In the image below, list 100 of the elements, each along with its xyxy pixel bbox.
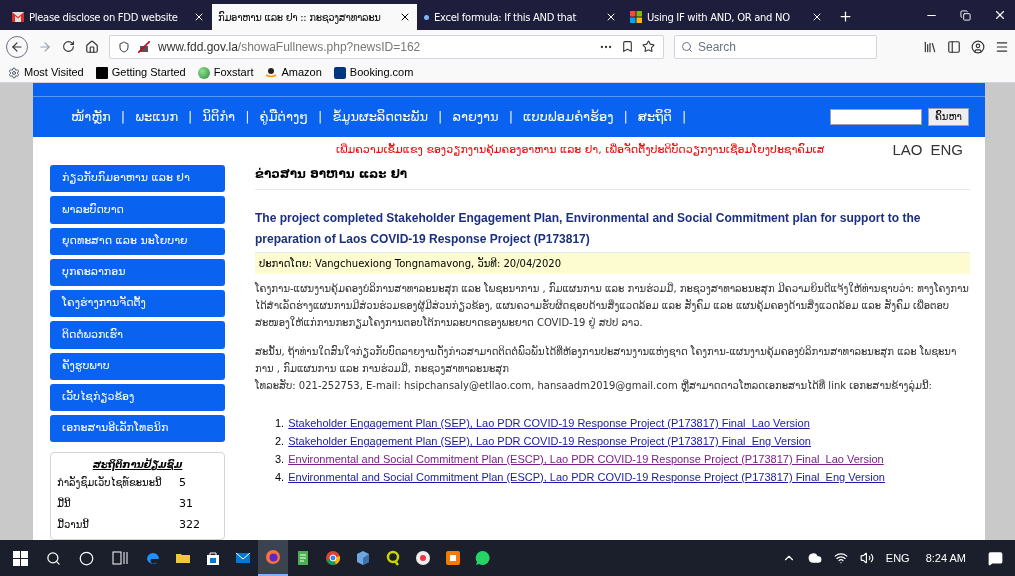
chat-bubble-icon[interactable] <box>475 550 491 566</box>
language-link[interactable]: ENG <box>930 138 963 162</box>
sidebar-item[interactable]: ພາລະບົດບາດ <box>50 196 225 224</box>
bookmark-link[interactable]: Foxstart <box>197 64 254 81</box>
document-link[interactable]: Stakeholder Engagement Plan (SEP), Lao PDR COVID-19 Response Project (P173817) Final_Eng Version <box>288 432 811 450</box>
close-icon[interactable] <box>811 11 823 23</box>
search-icon <box>681 40 693 53</box>
disc-icon[interactable] <box>415 550 431 566</box>
list-number: 4. <box>275 470 285 485</box>
wifi-icon[interactable] <box>833 551 848 565</box>
statistics-title: ສະຖິຕິການຢ້ຽມຊົມ <box>91 457 184 473</box>
windows-logo-icon <box>630 11 642 23</box>
nav-separator: | <box>438 108 443 127</box>
edge-icon[interactable] <box>145 550 161 566</box>
nav-link[interactable]: ໜ້າຫຼັກ <box>61 107 121 127</box>
nav-link[interactable]: ພະແນກ <box>125 107 189 127</box>
section-heading: ຂ່າວສານ ອາຫານ ແລະ ຢາ <box>255 163 970 190</box>
shopping-bag-icon[interactable] <box>205 550 221 566</box>
nav-link[interactable]: ແບບຟອມຄຳຮ້ອງ <box>513 107 624 127</box>
sidebar-item[interactable]: ຄັງຮູບພາບ <box>50 352 225 380</box>
star-icon[interactable] <box>642 40 655 53</box>
article-paragraph: ສະນັ້ນ, ຖ້າທ່ານໃດສົນໃຈກ່ຽວກັບບົດລາຍງານດັ່ງກ່າວສາມາດຕິດຕໍ່ພົວພັນໄດ້ທີ່ຫ້ອງການປະສານງານແຫ່ງຊາດ ໂຄງການ-ແຜນງານຄຸ້ມຄອງບໍລິການສາທາລະນະສຸກ ແລະ ໂພຊະນາການ , ກົມແຜນການ ແລະ ການຮ່ວມມື, ກະຊວງສາທາລະນະສຸກ <box>255 344 958 377</box>
sidebar-item[interactable]: ໂຄງຮ່າງການຈັດຕັ້ງ <box>50 290 225 318</box>
close-icon[interactable] <box>993 8 1007 22</box>
nav-link[interactable]: ສະຖິຕິ <box>627 107 682 127</box>
nav-link[interactable]: ລາຍງານ <box>442 107 509 127</box>
nav-link[interactable]: ຄູ່ມືຕ່າງໆ <box>249 107 318 127</box>
square-logo-icon <box>333 66 346 79</box>
sidebar-icon[interactable] <box>947 39 961 54</box>
cloud-icon[interactable] <box>807 551 822 565</box>
sidebar-item[interactable]: ກ່ຽວກັບກົມອາຫານ ແລະ ຢາ <box>50 165 225 193</box>
search-field[interactable]: Search <box>674 34 877 59</box>
speaker-icon[interactable] <box>859 551 874 565</box>
browser-tab[interactable]: ກົມອາຫານ ແລະ ຢາ :: ກະຊວງສາທາລະນ <box>212 4 417 30</box>
sidebar-item[interactable]: ເອກະສານອີເລັກໂທຣນິກ <box>50 415 225 443</box>
fox-globe-icon[interactable] <box>265 549 281 565</box>
browser-tab[interactable]: Excel formula: If this AND that <box>418 4 623 30</box>
statistic-label: ມື້ວານນີ້ <box>57 517 90 533</box>
library-icon[interactable] <box>923 39 937 54</box>
sidebar-item[interactable]: ຍຸດທະສາດ ແລະ ນະໂຍບາຍ <box>50 227 225 255</box>
bookmark-link[interactable]: Booking.com <box>333 64 414 81</box>
browser-tab[interactable]: Please disclose on FDD website <box>6 4 211 30</box>
restore-icon[interactable] <box>960 9 971 21</box>
nav-link[interactable]: ນິຕິກຳ <box>192 107 246 127</box>
home-icon[interactable] <box>85 39 99 54</box>
list-number: 2. <box>275 434 285 449</box>
smile-arrow-icon <box>265 66 278 79</box>
envelope-icon <box>12 12 24 22</box>
q-logo-icon[interactable] <box>385 550 401 566</box>
site-search-field[interactable] <box>829 109 922 125</box>
site-search-button[interactable]: ຄົ້ນຫາ <box>927 108 969 126</box>
menu-icon[interactable] <box>995 39 1009 54</box>
notifications-icon[interactable] <box>988 550 1003 566</box>
article-byline: ປະກາດໂດຍ: Vangchuexiong Tongnamavong, ວັນທີ: 20/04/2020 <box>255 252 970 274</box>
nav-link[interactable]: ຂໍ້ມູນຜະລິດຕະພັນ <box>322 107 439 127</box>
pocket-icon[interactable] <box>621 40 634 53</box>
tab-title: Using IF with AND, OR and NO <box>647 10 790 25</box>
nav-separator: | <box>245 108 250 127</box>
windows-logo-icon[interactable] <box>13 550 28 566</box>
document-link[interactable]: Environmental and Social Commitment Plan (ESCP), Lao PDR COVID-19 Response Project (P173817) Final_Eng Version <box>288 468 885 486</box>
mail-icon[interactable] <box>235 550 251 566</box>
tab-title: Excel formula: If this AND that <box>434 10 577 25</box>
clock[interactable]: 8:24 AM <box>925 549 966 567</box>
list-number: 3. <box>275 452 285 467</box>
document-link[interactable]: Stakeholder Engagement Plan (SEP), Lao PDR COVID-19 Response Project (P173817) Final_Lao Version <box>288 414 810 432</box>
gear-icon <box>8 66 20 79</box>
task-view-icon[interactable] <box>112 551 128 565</box>
account-icon[interactable] <box>971 39 985 54</box>
close-icon[interactable] <box>605 11 617 23</box>
chrome-icon[interactable] <box>325 550 341 566</box>
bookmark-link[interactable]: Most Visited <box>8 64 84 81</box>
reload-icon[interactable] <box>62 40 75 53</box>
language-link[interactable]: LAO <box>892 138 923 162</box>
square-app-icon[interactable] <box>445 550 461 566</box>
sidebar-item[interactable]: ຕິດຕໍ່ພວກເຮົາ <box>50 321 225 349</box>
nav-separator: | <box>681 108 687 127</box>
nav-separator: | <box>188 108 193 127</box>
bookmark-link[interactable]: Getting Started <box>95 64 186 81</box>
bookmark-link[interactable]: Amazon <box>265 64 322 81</box>
browser-tab[interactable]: Using IF with AND, OR and NO <box>624 4 829 30</box>
globe-icon <box>197 66 210 79</box>
input-language[interactable]: ENG <box>885 549 910 567</box>
sidebar-item[interactable]: ບຸກຄະລາກອນ <box>50 258 225 286</box>
new-tab-icon[interactable] <box>838 9 853 24</box>
notepad-icon[interactable] <box>295 550 311 566</box>
cube-icon[interactable] <box>355 550 371 566</box>
address-bar[interactable]: www.fdd.gov.la/showaFullnews.php?newsID=162 <box>109 34 664 59</box>
nav-separator: | <box>508 108 514 127</box>
circle-icon[interactable] <box>79 550 94 566</box>
close-icon[interactable] <box>193 11 205 23</box>
nav-separator: | <box>120 108 126 127</box>
sidebar-item[interactable]: ເວັບໄຊກ່ຽວຂ້ອງ <box>50 383 225 411</box>
nav-separator: | <box>318 108 323 127</box>
crossed-lock-icon <box>138 40 150 53</box>
close-icon[interactable] <box>399 11 411 23</box>
document-link[interactable]: Environmental and Social Commitment Plan (ESCP), Lao PDR COVID-19 Response Project (P173817) Final_Lao Version <box>288 450 884 468</box>
search-icon[interactable] <box>46 550 61 566</box>
nav-separator: | <box>623 108 628 127</box>
shield-icon <box>118 40 130 53</box>
m-logo-icon <box>95 66 108 79</box>
